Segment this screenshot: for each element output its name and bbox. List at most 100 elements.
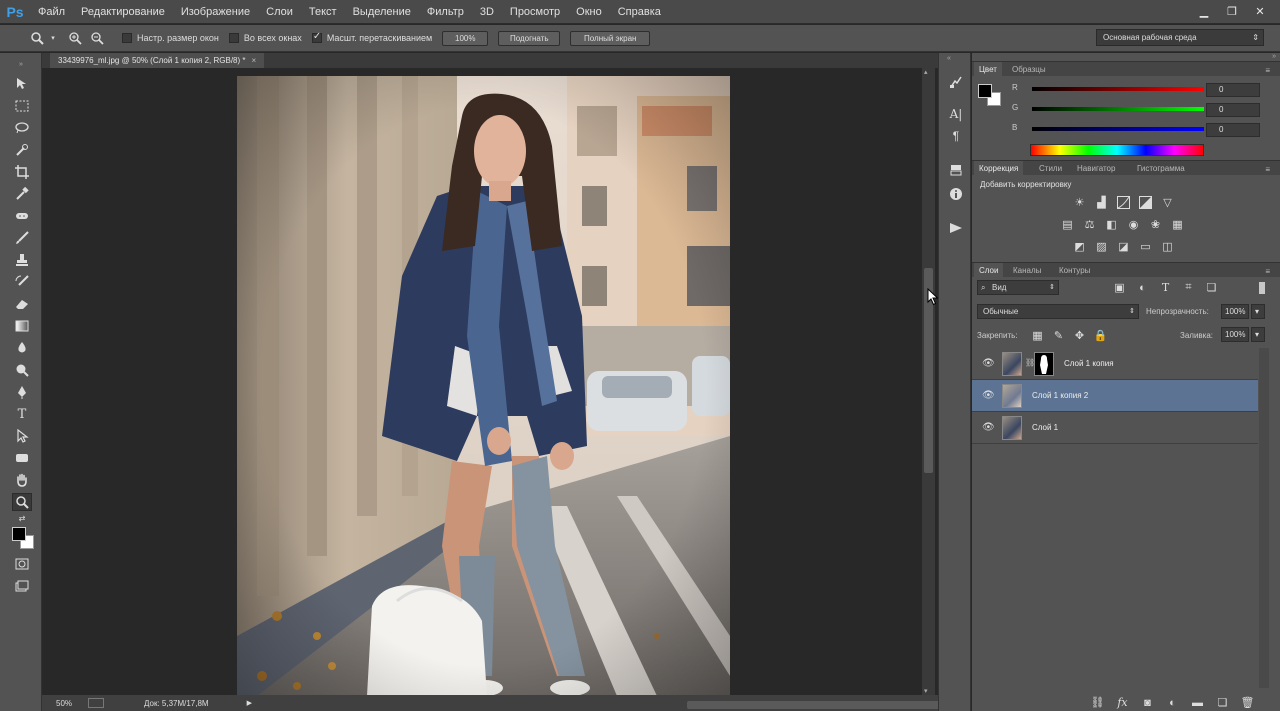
info-panel-icon[interactable] xyxy=(947,185,965,203)
levels-icon[interactable]: ▟ xyxy=(1094,196,1109,209)
curves-icon[interactable] xyxy=(1116,196,1131,209)
properties-panel-icon[interactable] xyxy=(947,161,965,179)
filter-adjustment-icon[interactable]: ◐ xyxy=(1135,281,1150,294)
color-balance-icon[interactable]: ⚖ xyxy=(1082,218,1097,231)
screen-mode-icon[interactable] xyxy=(12,577,32,595)
lock-image-icon[interactable]: ✎ xyxy=(1051,329,1066,342)
new-adjustment-layer-icon[interactable]: ◐ xyxy=(1165,696,1180,709)
zoom-tool-icon[interactable] xyxy=(12,493,32,511)
paragraph-panel-icon[interactable]: ¶ xyxy=(947,127,965,145)
scroll-down-icon[interactable]: ▾ xyxy=(924,687,928,695)
color-foreground-swatch[interactable] xyxy=(978,84,992,98)
photo-filter-icon[interactable]: ◉ xyxy=(1126,218,1141,231)
zoom-in-icon[interactable] xyxy=(64,28,86,48)
menu-help[interactable]: Справка xyxy=(610,0,669,24)
workspace-select[interactable]: Основная рабочая среда ⇕ xyxy=(1096,29,1264,46)
layer-row[interactable]: 👁 Слой 1 xyxy=(972,412,1258,444)
fill-input[interactable]: 100% xyxy=(1221,327,1249,342)
new-group-icon[interactable]: ▬ xyxy=(1190,696,1205,709)
tab-paths[interactable]: Контуры xyxy=(1054,263,1095,278)
collapse-panels-icon[interactable]: » xyxy=(1272,53,1276,60)
menu-select[interactable]: Выделение xyxy=(345,0,419,24)
opacity-dropdown[interactable]: ▾ xyxy=(1251,304,1265,319)
add-mask-icon[interactable]: ◙ xyxy=(1140,696,1155,709)
zoom-out-icon[interactable] xyxy=(86,28,108,48)
eye-icon[interactable]: 👁 xyxy=(982,358,995,370)
opacity-input[interactable]: 100% xyxy=(1221,304,1249,319)
lock-position-icon[interactable]: ✥ xyxy=(1072,329,1087,342)
tab-color[interactable]: Цвет xyxy=(974,62,1002,77)
document-tab[interactable]: 33439976_ml.jpg @ 50% (Слой 1 копия 2, R… xyxy=(50,53,265,68)
filter-type-icon[interactable]: T xyxy=(1158,281,1173,294)
rectangle-tool-icon[interactable] xyxy=(12,449,32,467)
menu-type[interactable]: Текст xyxy=(301,0,345,24)
color-spectrum-ramp[interactable] xyxy=(1030,144,1204,156)
character-panel-icon[interactable]: A| xyxy=(947,105,965,123)
hand-tool-icon[interactable] xyxy=(12,471,32,489)
zoom-level[interactable]: 50% xyxy=(56,699,86,708)
menu-filter[interactable]: Фильтр xyxy=(419,0,472,24)
layers-scrollbar[interactable] xyxy=(1259,348,1269,688)
status-menu-arrow-icon[interactable]: ▶ xyxy=(247,699,252,707)
red-value-input[interactable]: 0 xyxy=(1206,83,1260,97)
link-layers-icon[interactable]: ⛓ xyxy=(1090,696,1105,709)
all-windows-checkbox[interactable]: Во всех окнах xyxy=(228,33,302,43)
lock-transparent-icon[interactable]: ▦ xyxy=(1030,329,1045,342)
horizontal-scrollbar[interactable] xyxy=(267,697,947,709)
menu-3d[interactable]: 3D xyxy=(472,0,502,24)
gradient-tool-icon[interactable] xyxy=(12,317,32,335)
eye-icon[interactable]: 👁 xyxy=(982,390,995,402)
tab-histogram[interactable]: Гистограмма xyxy=(1132,161,1190,176)
lock-all-icon[interactable]: 🔒 xyxy=(1093,329,1108,342)
channel-mixer-icon[interactable]: ❀ xyxy=(1148,218,1163,231)
panel-menu-icon[interactable]: ≡ xyxy=(1265,66,1270,75)
tab-navigator[interactable]: Навигатор xyxy=(1072,161,1120,176)
brush-tool-icon[interactable] xyxy=(12,229,32,247)
exposure-icon[interactable] xyxy=(1138,196,1153,209)
close-icon[interactable]: ✕ xyxy=(1248,4,1272,20)
menu-image[interactable]: Изображение xyxy=(173,0,258,24)
eyedropper-tool-icon[interactable] xyxy=(12,185,32,203)
invert-icon[interactable]: ◩ xyxy=(1072,240,1087,253)
gradient-map-icon[interactable]: ▭ xyxy=(1138,240,1153,253)
history-panel-icon[interactable] xyxy=(947,73,965,91)
healing-brush-tool-icon[interactable] xyxy=(12,207,32,225)
menu-view[interactable]: Просмотр xyxy=(502,0,568,24)
black-white-icon[interactable]: ◧ xyxy=(1104,218,1119,231)
panel-menu-icon[interactable]: ≡ xyxy=(1265,267,1270,276)
scroll-up-icon[interactable]: ▴ xyxy=(924,68,928,76)
eye-icon[interactable]: 👁 xyxy=(982,422,995,434)
filter-pixel-icon[interactable]: ▣ xyxy=(1112,281,1127,294)
blend-mode-select[interactable]: Обычные ⇕ xyxy=(977,304,1139,319)
pen-tool-icon[interactable] xyxy=(12,383,32,401)
blue-slider[interactable] xyxy=(1032,127,1204,131)
foreground-color-swatch[interactable] xyxy=(12,527,26,541)
collapse-arrows-icon[interactable]: » xyxy=(6,55,36,73)
resize-windows-checkbox[interactable]: Настр. размер окон xyxy=(122,33,219,43)
posterize-icon[interactable]: ▨ xyxy=(1094,240,1109,253)
layer-filter-select[interactable]: ⌕ Вид ⇕ xyxy=(977,280,1059,295)
vibrance-icon[interactable]: ▽ xyxy=(1160,196,1175,209)
fit-screen-button[interactable]: Подогнать xyxy=(498,30,561,46)
type-tool-icon[interactable]: T xyxy=(12,405,32,423)
fill-dropdown[interactable]: ▾ xyxy=(1251,327,1265,342)
tab-layers[interactable]: Слои xyxy=(974,263,1004,278)
eraser-tool-icon[interactable] xyxy=(12,295,32,313)
canvas-area[interactable] xyxy=(42,68,922,695)
tab-styles[interactable]: Стили xyxy=(1034,161,1067,176)
collapse-arrows-icon[interactable]: « xyxy=(947,55,951,62)
tab-swatches[interactable]: Образцы xyxy=(1007,62,1051,77)
selective-color-icon[interactable]: ◫ xyxy=(1160,240,1175,253)
menu-file[interactable]: Файл xyxy=(30,0,73,24)
fill-screen-button[interactable]: Полный экран xyxy=(570,30,651,46)
blue-value-input[interactable]: 0 xyxy=(1206,123,1260,137)
green-value-input[interactable]: 0 xyxy=(1206,103,1260,117)
threshold-icon[interactable]: ◪ xyxy=(1116,240,1131,253)
menu-window[interactable]: Окно xyxy=(568,0,610,24)
document-photo[interactable] xyxy=(237,76,730,695)
move-tool-icon[interactable] xyxy=(12,75,32,93)
crop-tool-icon[interactable] xyxy=(12,163,32,181)
blur-tool-icon[interactable] xyxy=(12,339,32,357)
brightness-icon[interactable]: ☀ xyxy=(1072,196,1087,209)
vertical-scrollbar[interactable]: ▴ ▾ xyxy=(922,68,935,695)
